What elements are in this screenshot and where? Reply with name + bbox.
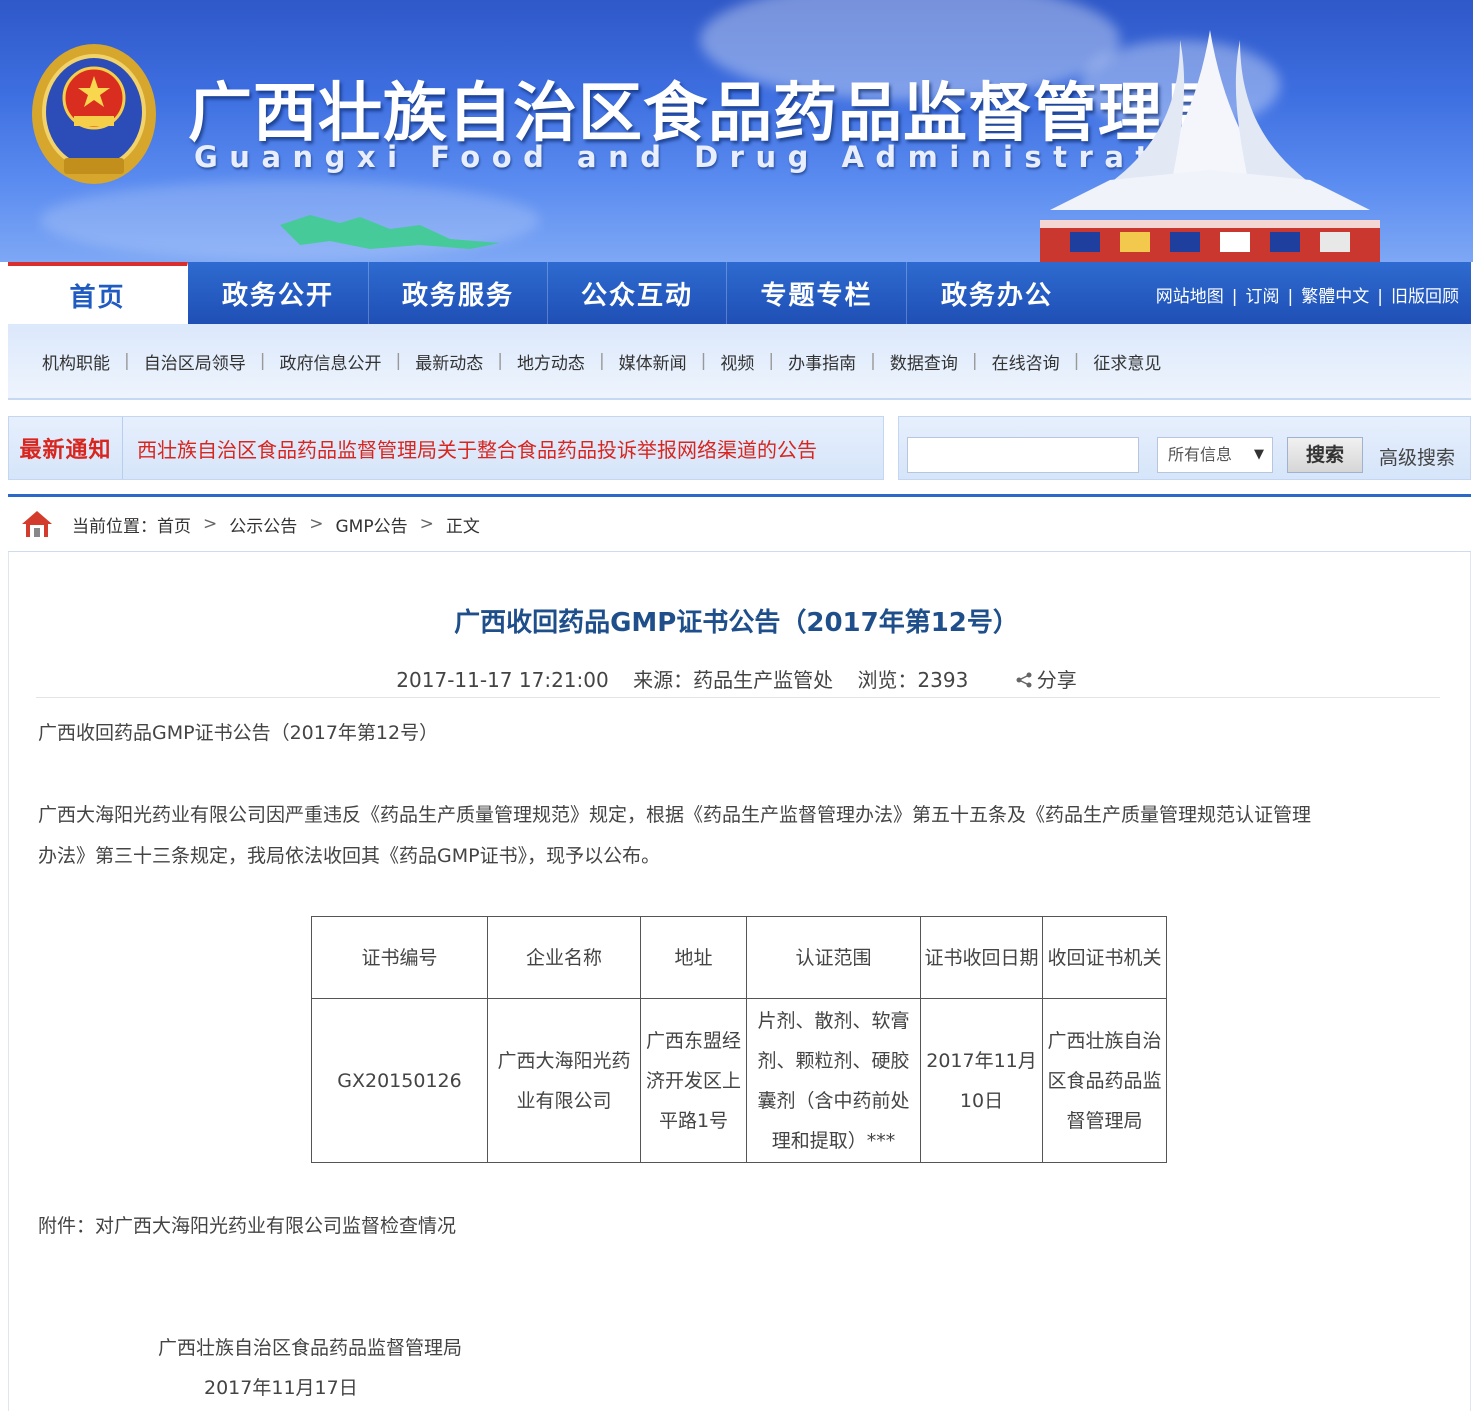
subnav-item[interactable]: 媒体新闻 xyxy=(619,349,687,374)
divider xyxy=(36,697,1440,698)
certificate-table: 证书编号 企业名称 地址 认证范围 证书收回日期 收回证书机关 GX201501… xyxy=(311,916,1167,1163)
subnav-item[interactable]: 机构职能 xyxy=(42,349,110,374)
traditional-chinese-link[interactable]: 繁體中文 xyxy=(1301,287,1369,307)
search-button[interactable]: 搜索 xyxy=(1287,437,1363,473)
table-header-row: 证书编号 企业名称 地址 认证范围 证书收回日期 收回证书机关 xyxy=(311,916,1167,999)
table-cell: GX20150126 xyxy=(311,998,488,1163)
chevron-right-icon: > xyxy=(419,514,434,534)
publish-datetime: 2017-11-17 17:21:00 xyxy=(396,668,609,692)
main-nav: 首页 政务公开 政务服务 公众互动 专题专栏 政务办公 网站地图 | 订阅 | 繁體中文… xyxy=(8,262,1471,324)
subnav-item[interactable]: 政府信息公开 xyxy=(279,349,381,374)
search-scope-select[interactable]: 所有信息 ▼ xyxy=(1157,437,1273,473)
search-input[interactable] xyxy=(907,437,1139,473)
article-meta: 2017-11-17 17:21:00 来源：药品生产监管处 浏览：2393 分… xyxy=(0,664,1473,693)
table-cell: 片剂、散剂、软膏剂、颗粒剂、硬胶囊剂（含中药前处理和提取）*** xyxy=(746,998,921,1163)
sub-nav: 机构职能 | 自治区局领导 | 政府信息公开 | 最新动态 | 地方动态 | 媒体新闻 | … xyxy=(8,324,1471,400)
table-cell: 广西壮族自治区食品药品监督管理局 xyxy=(1042,998,1167,1163)
nav-item-gov-affairs[interactable]: 政务公开 xyxy=(188,262,369,324)
share-icon xyxy=(1016,672,1032,688)
home-icon xyxy=(22,511,52,537)
nav-item-special-topics[interactable]: 专题专栏 xyxy=(727,262,907,324)
breadcrumb-item-notices[interactable]: 公示公告 xyxy=(229,512,297,537)
subnav-item[interactable]: 办事指南 xyxy=(788,349,856,374)
chevron-right-icon: > xyxy=(203,514,218,534)
nav-item-public-interaction[interactable]: 公众互动 xyxy=(548,262,727,324)
table-header: 企业名称 xyxy=(487,916,641,999)
share-button[interactable]: 分享 xyxy=(1015,668,1077,692)
subnav-item[interactable]: 地方动态 xyxy=(517,349,585,374)
signature-org: 广西壮族自治区食品药品监督管理局 xyxy=(158,1337,463,1359)
subnav-item[interactable]: 征求意见 xyxy=(1093,349,1161,374)
subnav-item[interactable]: 自治区局领导 xyxy=(144,349,246,374)
article-body-line-1: 广西大海阳光药业有限公司因严重违反《药品生产质量管理规范》规定，根据《药品生产监… xyxy=(38,804,1312,826)
latest-notice-bar: 最新通知 西壮族自治区食品药品监督管理局关于整合食品药品投诉举报网络渠道的公告 xyxy=(8,416,884,480)
attachment-note: 附件：对广西大海阳光药业有限公司监督检查情况 xyxy=(38,1215,457,1237)
signature-date: 2017年11月17日 xyxy=(204,1377,358,1399)
nav-item-office[interactable]: 政务办公 xyxy=(907,262,1087,324)
sitemap-link[interactable]: 网站地图 xyxy=(1156,287,1224,307)
table-header: 证书收回日期 xyxy=(920,916,1043,999)
chevron-right-icon: > xyxy=(309,514,324,534)
subscribe-link[interactable]: 订阅 xyxy=(1246,287,1280,307)
table-cell: 广西东盟经济开发区上平路1号 xyxy=(640,998,747,1163)
nav-item-gov-services[interactable]: 政务服务 xyxy=(369,262,548,324)
page: 广西壮族自治区食品药品监督管理局 Guangxi Food and Drug A… xyxy=(0,0,1473,1411)
view-count: 浏览：2393 xyxy=(857,668,969,692)
table-header: 收回证书机关 xyxy=(1042,916,1167,999)
article-source: 来源：药品生产监管处 xyxy=(633,668,834,692)
subnav-item[interactable]: 最新动态 xyxy=(415,349,483,374)
search-scope-value: 所有信息 xyxy=(1168,445,1233,464)
breadcrumb: 当前位置： 首页 > 公示公告 > GMP公告 > 正文 xyxy=(8,494,1471,552)
table-cell: 2017年11月10日 xyxy=(920,998,1043,1163)
article-intro: 广西收回药品GMP证书公告（2017年第12号） xyxy=(38,722,439,744)
table-header: 认证范围 xyxy=(746,916,921,999)
breadcrumb-item-current: 正文 xyxy=(445,516,480,537)
table-row: GX20150126 广西大海阳光药业有限公司 广西东盟经济开发区上平路1号 片… xyxy=(311,998,1167,1163)
breadcrumb-item-gmp[interactable]: GMP公告 xyxy=(336,512,408,537)
old-version-link[interactable]: 旧版回顾 xyxy=(1391,287,1459,307)
notice-label: 最新通知 xyxy=(9,417,123,479)
breadcrumb-prefix: 当前位置： xyxy=(72,516,157,537)
article-body-line-2: 办法》第三十三条规定，我局依法收回其《药品GMP证书》，现予以公布。 xyxy=(38,845,661,867)
table-cell: 广西大海阳光药业有限公司 xyxy=(487,998,641,1163)
nav-quick-links: 网站地图 | 订阅 | 繁體中文 | 旧版回顾 xyxy=(1155,287,1459,307)
subnav-item[interactable]: 在线咨询 xyxy=(992,349,1060,374)
article-title: 广西收回药品GMP证书公告（2017年第12号） xyxy=(454,608,1019,638)
notice-link[interactable]: 西壮族自治区食品药品监督管理局关于整合食品药品投诉举报网络渠道的公告 xyxy=(123,434,817,463)
header-banner: 广西壮族自治区食品药品监督管理局 Guangxi Food and Drug A… xyxy=(0,0,1473,262)
table-header: 证书编号 xyxy=(311,916,488,999)
nav-item-home[interactable]: 首页 xyxy=(8,262,188,324)
dropdown-arrow-icon: ▼ xyxy=(1254,447,1264,462)
national-emblem-icon xyxy=(32,44,156,184)
stadium-illustration-icon xyxy=(1040,30,1380,262)
subnav-item[interactable]: 视频 xyxy=(720,349,754,374)
subnav-item[interactable]: 数据查询 xyxy=(890,349,958,374)
share-label: 分享 xyxy=(1036,668,1077,692)
advanced-search-link[interactable]: 高级搜索 xyxy=(1379,443,1455,470)
breadcrumb-item-home[interactable]: 首页 xyxy=(157,512,191,537)
search-bar: 所有信息 ▼ 搜索 高级搜索 xyxy=(898,416,1471,480)
table-header: 地址 xyxy=(640,916,747,999)
map-decoration-icon xyxy=(280,215,500,249)
